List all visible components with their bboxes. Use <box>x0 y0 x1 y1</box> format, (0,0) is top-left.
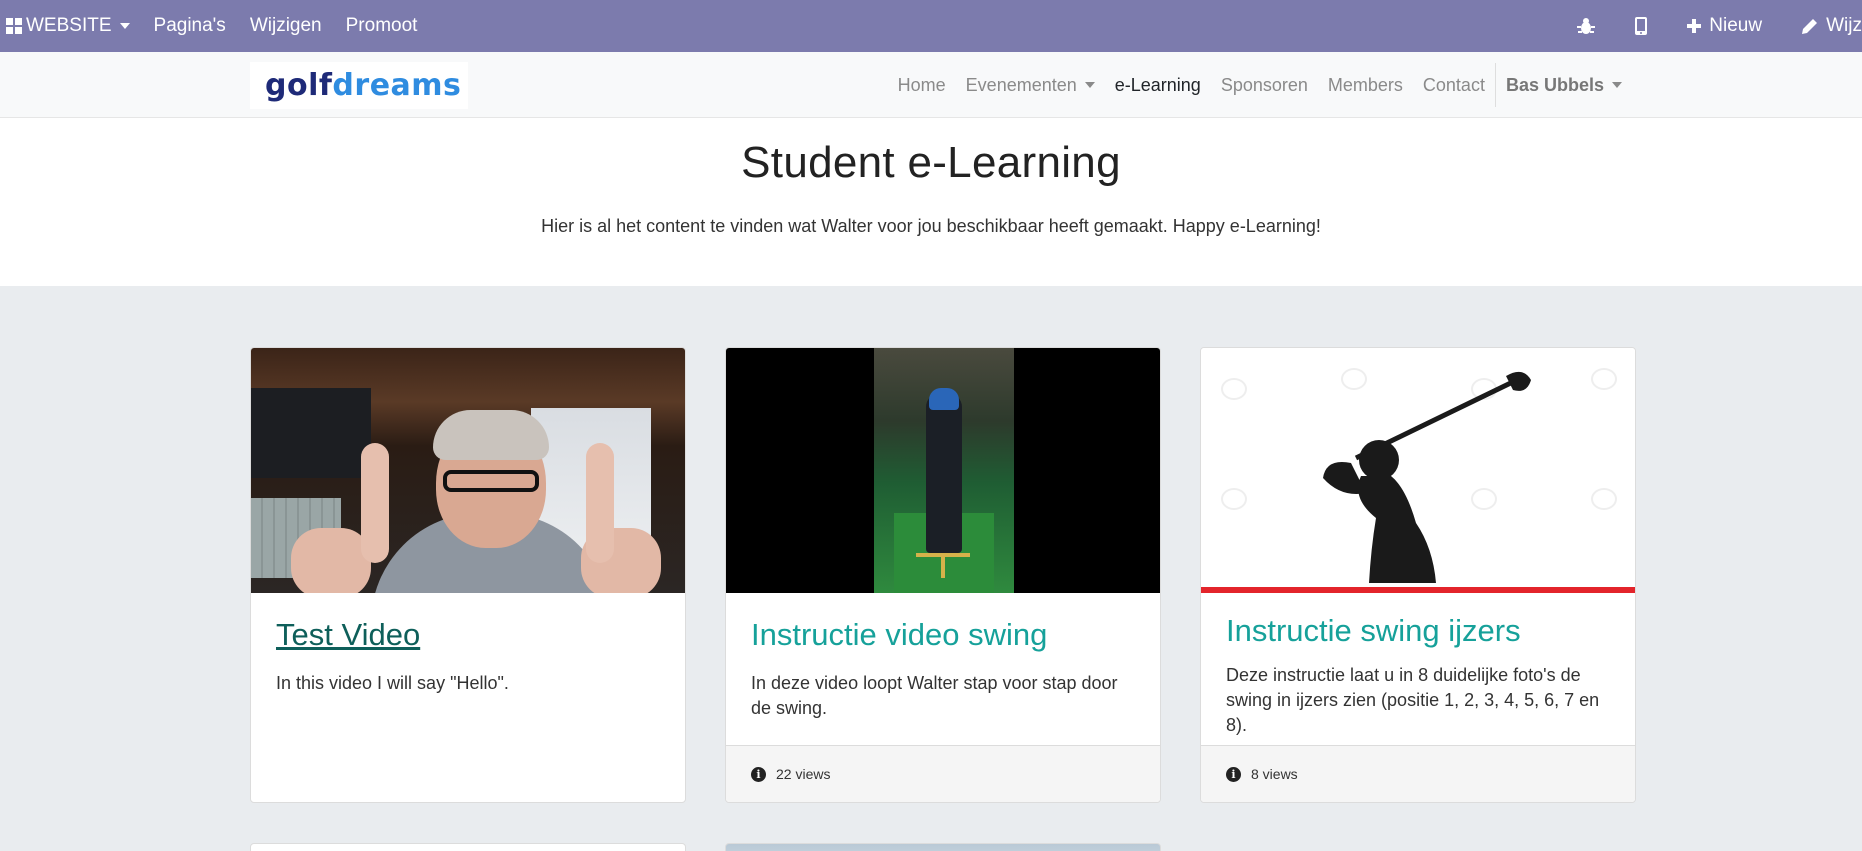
page-subtitle: Hier is al het content te vinden wat Wal… <box>541 216 1321 236</box>
bug-icon <box>1577 18 1596 34</box>
course-card: Instructie swing ijzers Deze instructie … <box>1200 347 1636 803</box>
course-card-partial[interactable] <box>250 843 686 851</box>
course-card: Instructie video swing In deze video loo… <box>725 347 1161 803</box>
website-menu[interactable]: WEBSITE <box>0 0 142 52</box>
card-description: In deze video loopt Walter stap voor sta… <box>751 673 1118 718</box>
edit-page-button[interactable]: Wijz <box>1782 0 1862 52</box>
video-thumbnail[interactable] <box>251 348 685 593</box>
card-title-link[interactable]: Instructie video swing <box>751 615 1135 655</box>
page-title: Student e-Learning <box>741 138 1121 187</box>
user-name: Bas Ubbels <box>1505 74 1604 95</box>
thumb-left-finger <box>361 443 389 563</box>
course-card: Test Video In this video I will say "Hel… <box>250 347 686 803</box>
nav-members[interactable]: Members <box>1318 75 1413 96</box>
nav-elearning[interactable]: e-Learning <box>1105 75 1211 96</box>
nav-events[interactable]: Evenementen <box>956 75 1105 96</box>
card-footer: i 22 views <box>726 745 1160 802</box>
apps-grid-icon <box>6 18 22 34</box>
mobile-preview-button[interactable] <box>1615 0 1667 52</box>
card-body: Instructie video swing In deze video loo… <box>726 593 1160 721</box>
promote-menu[interactable]: Promoot <box>334 0 430 52</box>
admin-bar: WEBSITE Pagina's Wijzigen Promoot Nieuw … <box>0 0 1862 52</box>
image-thumbnail[interactable] <box>1201 348 1635 593</box>
course-card-partial[interactable] <box>725 843 1161 851</box>
card-body: Test Video In this video I will say "Hel… <box>251 593 685 696</box>
card-description: Deze instructie laat u in 8 duidelijke f… <box>1226 665 1600 735</box>
logo-text-dreams: dreams <box>332 68 462 103</box>
thumb-hair <box>433 410 549 460</box>
info-icon: i <box>751 766 766 782</box>
nav-home[interactable]: Home <box>888 75 956 96</box>
view-count: 8 views <box>1251 766 1298 782</box>
chevron-down-icon <box>1612 82 1622 88</box>
card-description: In this video I will say "Hello". <box>276 673 509 693</box>
pencil-icon <box>1802 19 1818 34</box>
main-nav: Home Evenementen e-Learning Sponsoren Me… <box>888 52 1632 118</box>
thumb-left-palm <box>291 528 371 593</box>
logo-text-golf: golf <box>265 68 333 103</box>
card-title-link[interactable]: Test Video <box>276 615 660 655</box>
card-footer: i 8 views <box>1201 745 1635 802</box>
thumb-cabinet <box>251 388 371 478</box>
card-title-link[interactable]: Instructie swing ijzers <box>1226 611 1610 651</box>
mobile-icon <box>1635 17 1648 35</box>
edit-page-label: Wijz <box>1826 15 1862 36</box>
thumb-glasses <box>443 470 539 492</box>
site-logo[interactable]: golf dreams <box>250 62 468 109</box>
thumb-right-finger <box>586 443 614 563</box>
nav-sponsors[interactable]: Sponsoren <box>1211 75 1318 96</box>
chevron-down-icon <box>1084 82 1095 88</box>
website-menu-label: WEBSITE <box>26 15 112 36</box>
video-thumbnail[interactable] <box>726 348 1160 593</box>
page-header: Student e-Learning Hier is al het conten… <box>0 118 1862 286</box>
thumb-red-line <box>1201 587 1635 593</box>
pages-menu[interactable]: Pagina's <box>142 0 238 52</box>
view-count: 22 views <box>776 766 831 782</box>
golfer-silhouette-icon <box>1323 371 1531 583</box>
thumb-cap <box>929 388 959 410</box>
site-navbar: golf dreams Home Evenementen e-Learning S… <box>0 52 1862 118</box>
chevron-down-icon <box>119 23 130 29</box>
thumb-player <box>926 393 962 553</box>
card-body: Instructie swing ijzers Deze instructie … <box>1201 593 1635 738</box>
plus-icon <box>1687 19 1702 33</box>
debug-button[interactable] <box>1557 0 1615 52</box>
new-button[interactable]: Nieuw <box>1667 0 1782 52</box>
info-icon: i <box>1226 766 1241 782</box>
nav-events-label: Evenementen <box>965 74 1077 95</box>
user-menu[interactable]: Bas Ubbels <box>1496 75 1632 96</box>
nav-contact[interactable]: Contact <box>1413 75 1495 96</box>
thumb-yellow-line <box>916 553 970 557</box>
edit-menu[interactable]: Wijzigen <box>238 0 334 52</box>
new-button-label: Nieuw <box>1709 15 1763 36</box>
